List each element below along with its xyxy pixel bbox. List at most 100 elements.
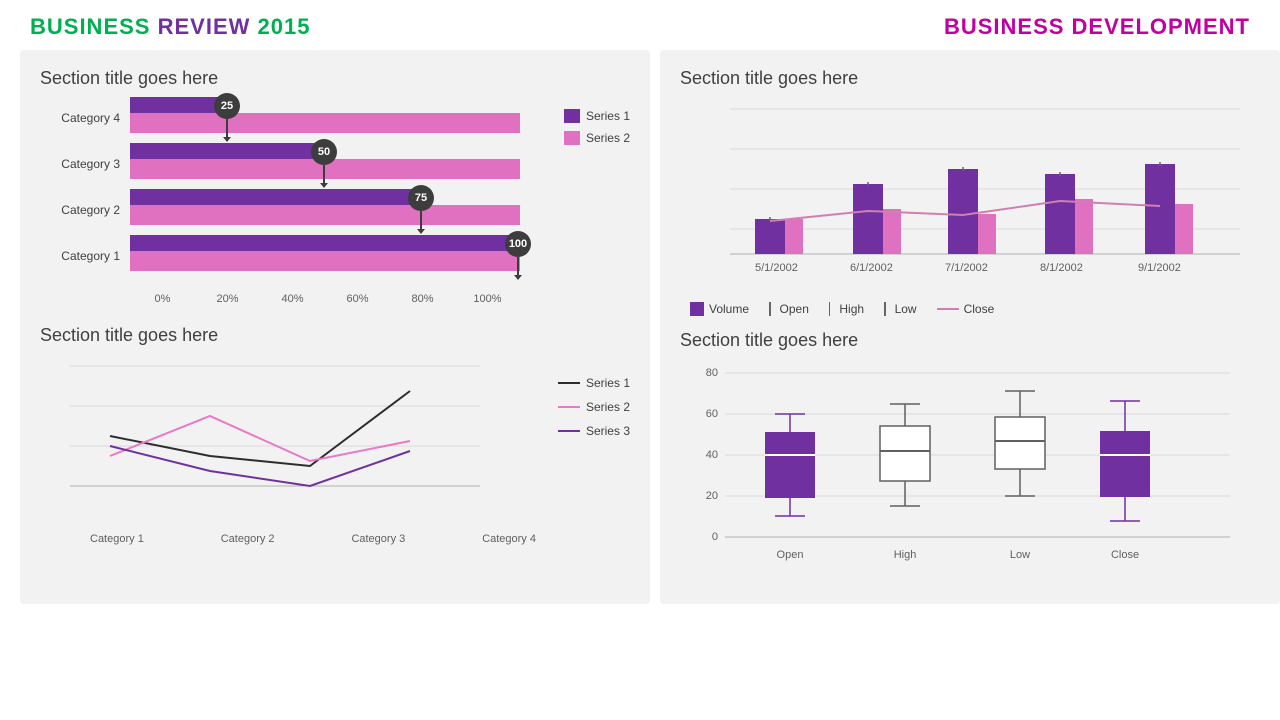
bar-row-cat1: Category 1 100 (40, 237, 548, 275)
bar-s2-cat2 (130, 205, 520, 225)
svg-text:0: 0 (712, 531, 718, 543)
svg-text:High: High (894, 549, 917, 561)
line-legend-series2: Series 2 (558, 400, 630, 414)
legend-label-series2: Series 2 (586, 131, 630, 145)
bar-label-cat4: Category 4 (40, 111, 130, 125)
bar-chart: Category 4 25 Categ (40, 99, 548, 305)
line-legend-label-s3: Series 3 (586, 424, 630, 438)
bar-annotation-cat3: 50 (311, 139, 337, 188)
stock-legend-volume: Volume (690, 302, 749, 316)
bar-label-cat2: Category 2 (40, 203, 130, 217)
stock-legend-label-high: High (839, 302, 864, 316)
x-tick-0: 0% (130, 293, 195, 305)
legend-label-series1: Series 1 (586, 109, 630, 123)
x-label-cat2: Category 2 (221, 533, 275, 545)
pink-bar-5 (1175, 204, 1193, 254)
stock-chart-wrap: 5/1/2002 6/1/2002 7/1/2002 8/1/2002 9/1/… (680, 99, 1260, 316)
bar-annotation-arrow-cat2 (417, 229, 425, 234)
bar-annotation-arrow-cat1 (514, 275, 522, 280)
x-label-stock-2: 6/1/2002 (850, 262, 893, 274)
x-tick-80: 80% (390, 293, 455, 305)
vol-bar-2 (853, 184, 883, 254)
bar-annotation-arrow-cat3 (320, 183, 328, 188)
line-legend-label-s1: Series 1 (586, 376, 630, 390)
bottom-right-section: Section title goes here 80 60 40 20 0 (680, 330, 1260, 586)
line-chart-wrap: Category 1 Category 2 Category 3 Categor… (40, 356, 630, 545)
pink-bar-2 (883, 209, 901, 254)
stock-legend-label-volume: Volume (709, 302, 749, 316)
legend-item-series1: Series 1 (564, 109, 630, 123)
stock-legend-box-volume (690, 302, 704, 316)
bar-annotation-bubble-cat1: 100 (505, 231, 531, 257)
bar-row-cat3: Category 3 50 (40, 145, 548, 183)
stock-legend-open: Open (769, 302, 809, 316)
vol-bar-3 (948, 169, 978, 254)
line-legend-line-s1 (558, 382, 580, 384)
bottom-left-section: Section title goes here (40, 325, 630, 545)
bar-annotation-arrow-cat4 (223, 137, 231, 142)
x-label-stock-5: 9/1/2002 (1138, 262, 1181, 274)
bar-legend: Series 1 Series 2 (548, 99, 630, 145)
main-content: Section title goes here Category 4 25 (0, 50, 1280, 614)
stock-legend-label-close: Close (964, 302, 995, 316)
stock-legend-low: Low (884, 302, 917, 316)
stock-legend-line-close (937, 308, 959, 310)
bottom-left-title: Section title goes here (40, 325, 630, 346)
stock-legend-close: Close (937, 302, 995, 316)
legend-item-series2: Series 2 (564, 131, 630, 145)
line-series3 (110, 446, 410, 486)
stock-legend-line-open (769, 302, 771, 316)
pink-bar-3 (978, 214, 996, 254)
stock-legend-high: High (829, 302, 864, 316)
header-title-left: BUSINESS REVIEW 2015 (30, 14, 310, 40)
box-plot-wrap: 80 60 40 20 0 (680, 361, 1260, 586)
svg-text:Open: Open (777, 549, 804, 561)
legend-box-series1 (564, 109, 580, 123)
bar-row-cat2: Category 2 75 (40, 191, 548, 229)
svg-text:Close: Close (1111, 549, 1139, 561)
x-tick-20: 20% (195, 293, 260, 305)
top-right-section: Section title goes here (680, 68, 1260, 316)
bar-annotation-cat4: 25 (214, 93, 240, 142)
top-left-section: Section title goes here Category 4 25 (40, 68, 630, 305)
line-legend-line-s3 (558, 430, 580, 432)
bar-annotation-bubble-cat3: 50 (311, 139, 337, 165)
box-plot-svg: 80 60 40 20 0 (690, 361, 1250, 581)
x-tick-40: 40% (260, 293, 325, 305)
line-legend-series3: Series 3 (558, 424, 630, 438)
stock-legend: Volume Open High Low (690, 302, 1250, 316)
svg-text:Low: Low (1010, 549, 1030, 561)
year-word: 2015 (258, 14, 311, 39)
bar-label-cat1: Category 1 (40, 249, 130, 263)
bar-label-cat3: Category 3 (40, 157, 130, 171)
line-legend-series1: Series 1 (558, 376, 630, 390)
bar-track-cat2: 75 (130, 189, 548, 231)
bar-annotation-line-cat3 (323, 165, 325, 183)
vol-bar-5 (1145, 164, 1175, 254)
header-title-right: BUSINESS DEVELOPMENT (944, 14, 1250, 40)
bar-annotation-line-cat2 (420, 211, 422, 229)
bar-annotation-bubble-cat2: 75 (408, 185, 434, 211)
bar-track-cat3: 50 (130, 143, 548, 185)
bar-track-cat4: 25 (130, 97, 548, 139)
bar-row-cat4: Category 4 25 (40, 99, 548, 137)
vol-bar-1 (755, 219, 785, 254)
line-chart-area: Category 1 Category 2 Category 3 Categor… (40, 356, 546, 545)
stock-legend-label-open: Open (780, 302, 809, 316)
legend-box-series2 (564, 131, 580, 145)
svg-text:80: 80 (706, 367, 718, 379)
box1-rect (765, 432, 815, 498)
line-legend-label-s2: Series 2 (586, 400, 630, 414)
line-x-labels: Category 1 Category 2 Category 3 Categor… (90, 533, 536, 545)
bar-s2-cat4 (130, 113, 520, 133)
svg-text:60: 60 (706, 408, 718, 420)
top-left-title: Section title goes here (40, 68, 630, 89)
x-label-stock-4: 8/1/2002 (1040, 262, 1083, 274)
stock-legend-label-low: Low (895, 302, 917, 316)
review-word: REVIEW (150, 14, 257, 39)
pink-bar-1 (785, 219, 803, 254)
line-chart-svg (40, 356, 480, 526)
bar-track-cat1: 100 (130, 235, 548, 277)
svg-text:20: 20 (706, 490, 718, 502)
line-series1 (110, 391, 410, 466)
